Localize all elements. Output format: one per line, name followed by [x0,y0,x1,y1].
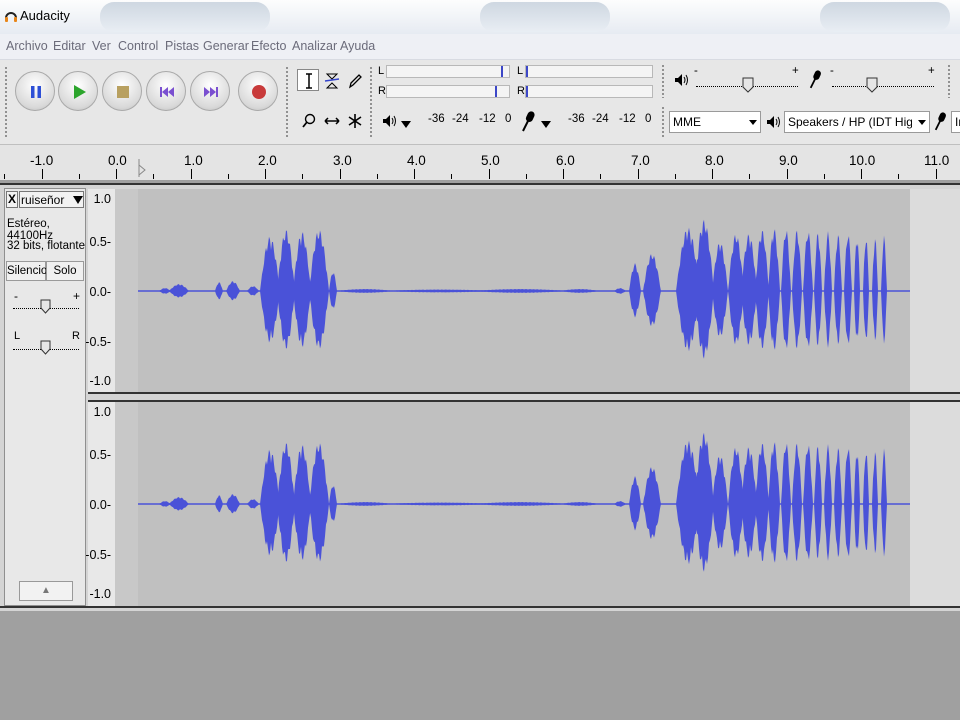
waveform-burst [712,244,728,336]
track-format-info: Estéreo, 44100Hz [7,218,54,242]
waveform-burst [226,494,240,514]
solo-button[interactable]: Solo [46,261,84,281]
waveform-burst [560,502,600,506]
waveform-burst [169,497,189,511]
waveform-burst [470,289,570,293]
track-bitdepth-info: 32 bits, flotante [7,240,85,252]
waveform-burst [614,288,626,294]
waveform-burst [834,448,842,558]
waveform-burst [814,446,822,559]
waveform-burst [781,230,791,349]
waveform-burst [872,239,878,341]
waveform-burst [247,286,259,296]
waveform-burst [277,230,295,349]
track-close-button[interactable]: X [6,191,18,208]
waveform-burst [755,444,769,561]
waveform-burst [768,442,780,563]
waveform-burst [215,495,223,513]
waveform-burst [293,232,311,347]
waveform-burst [781,443,791,562]
collapse-track-button[interactable]: ▲ [19,581,73,601]
gain-max-label: + [73,289,81,303]
waveform-burst [803,445,813,560]
waveform-burst [329,273,337,308]
track-control-panel: X ruiseñor Estéreo, 44100Hz 32 bits, flo… [4,188,86,606]
waveform-burst [872,452,878,554]
waveform-burst [834,235,842,345]
waveform-burst [560,289,600,293]
waveform-burst [844,236,852,344]
waveform-burst [470,502,570,506]
mute-button[interactable]: Silencio [6,261,47,281]
waveform-burst [792,443,802,562]
waveform-burst [169,284,189,298]
waveform-burst [293,445,311,560]
waveform-burst [741,234,757,345]
waveform-burst [309,230,329,349]
track-name: ruiseñor [21,193,65,207]
waveform-burst [854,243,860,336]
waveform-burst [614,501,626,507]
waveform-burst [247,499,259,509]
waveform-burst [694,219,714,359]
waveform-burst [863,455,869,550]
waveform-burst [260,236,280,343]
waveform-burst [844,449,852,557]
pan-right-label: R [72,330,80,342]
waveform-burst [277,443,295,562]
pan-slider[interactable] [40,340,51,355]
waveform-burst [824,444,832,561]
waveform-burst [643,467,661,540]
waveform-burst [854,456,860,549]
waveform-burst [768,229,780,350]
pan-left-label: L [14,330,21,342]
waveform-burst [712,457,728,549]
track-name-menu[interactable]: ruiseñor [19,191,84,208]
waveform-burst [803,232,813,347]
gain-min-label: - [14,289,18,303]
waveform-display [138,219,910,572]
waveform-burst [629,263,641,318]
waveform-burst [309,443,329,562]
waveform-burst [824,231,832,348]
waveform-burst [260,449,280,556]
track-menu-dropdown-icon [73,196,83,204]
waveform-burst [643,254,661,327]
waveform-burst [629,476,641,531]
waveform-burst [694,432,714,572]
waveform-burst [881,235,887,344]
waveform-burst [792,230,802,349]
waveform-burst [863,242,869,337]
waveform-burst [755,231,769,348]
waveform-burst [741,447,757,558]
gain-slider[interactable] [40,299,51,314]
waveform-burst [881,448,887,557]
waveform-burst [814,233,822,346]
waveform-burst [215,282,223,300]
waveform-burst [329,486,337,521]
waveform-burst [226,281,240,301]
